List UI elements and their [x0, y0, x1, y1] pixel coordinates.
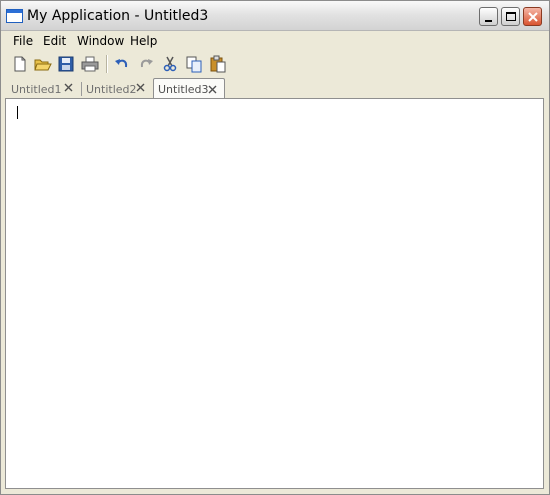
tab-untitled3[interactable]: Untitled3 — [153, 78, 225, 98]
tab-label: Untitled3 — [158, 83, 209, 96]
copy-button[interactable] — [185, 55, 203, 73]
save-disk-icon — [58, 56, 74, 72]
tab-label: Untitled2 — [86, 83, 137, 96]
copy-icon — [186, 56, 202, 73]
close-tab-icon[interactable] — [135, 82, 146, 93]
undo-button[interactable] — [113, 55, 131, 73]
app-window-icon — [6, 9, 23, 23]
menu-file[interactable]: File — [13, 34, 33, 48]
text-caret — [17, 106, 18, 119]
close-tab-icon[interactable] — [207, 84, 218, 95]
print-icon — [81, 56, 99, 72]
cut-icon — [163, 56, 177, 72]
maximize-button[interactable] — [501, 7, 520, 26]
save-button[interactable] — [57, 55, 75, 73]
menu-bar: File Edit Window Help — [5, 31, 545, 51]
new-button[interactable] — [11, 55, 29, 73]
new-document-icon — [14, 56, 26, 72]
redo-icon — [140, 59, 153, 68]
paste-button[interactable] — [209, 55, 227, 73]
text-editor-area[interactable] — [5, 98, 544, 489]
paste-icon — [210, 55, 226, 73]
maximize-icon — [506, 12, 516, 21]
application-window: My Application - Untitled3 File Edit Win… — [0, 0, 550, 495]
tab-label: Untitled1 — [11, 83, 62, 96]
toolbar-separator — [106, 55, 108, 73]
menu-edit[interactable]: Edit — [43, 34, 66, 48]
redo-button[interactable] — [137, 55, 155, 73]
close-icon — [528, 12, 538, 22]
print-button[interactable] — [81, 55, 99, 73]
minimize-button[interactable] — [479, 7, 498, 26]
open-folder-icon — [34, 59, 52, 71]
cut-button[interactable] — [161, 55, 179, 73]
close-tab-icon[interactable] — [63, 82, 74, 93]
minimize-icon — [485, 20, 492, 22]
toolbar — [5, 52, 545, 76]
menu-window[interactable]: Window — [77, 34, 124, 48]
window-title: My Application - Untitled3 — [27, 8, 209, 24]
close-button[interactable] — [523, 7, 542, 26]
tab-untitled1[interactable]: Untitled1 — [7, 80, 79, 97]
menu-help[interactable]: Help — [130, 34, 157, 48]
document-tab-bar: Untitled1 Untitled2 Untitled3 — [5, 78, 545, 98]
open-button[interactable] — [34, 55, 52, 73]
tab-untitled2[interactable]: Untitled2 — [82, 80, 152, 97]
undo-icon — [115, 59, 128, 68]
title-bar[interactable]: My Application - Untitled3 — [1, 1, 549, 31]
